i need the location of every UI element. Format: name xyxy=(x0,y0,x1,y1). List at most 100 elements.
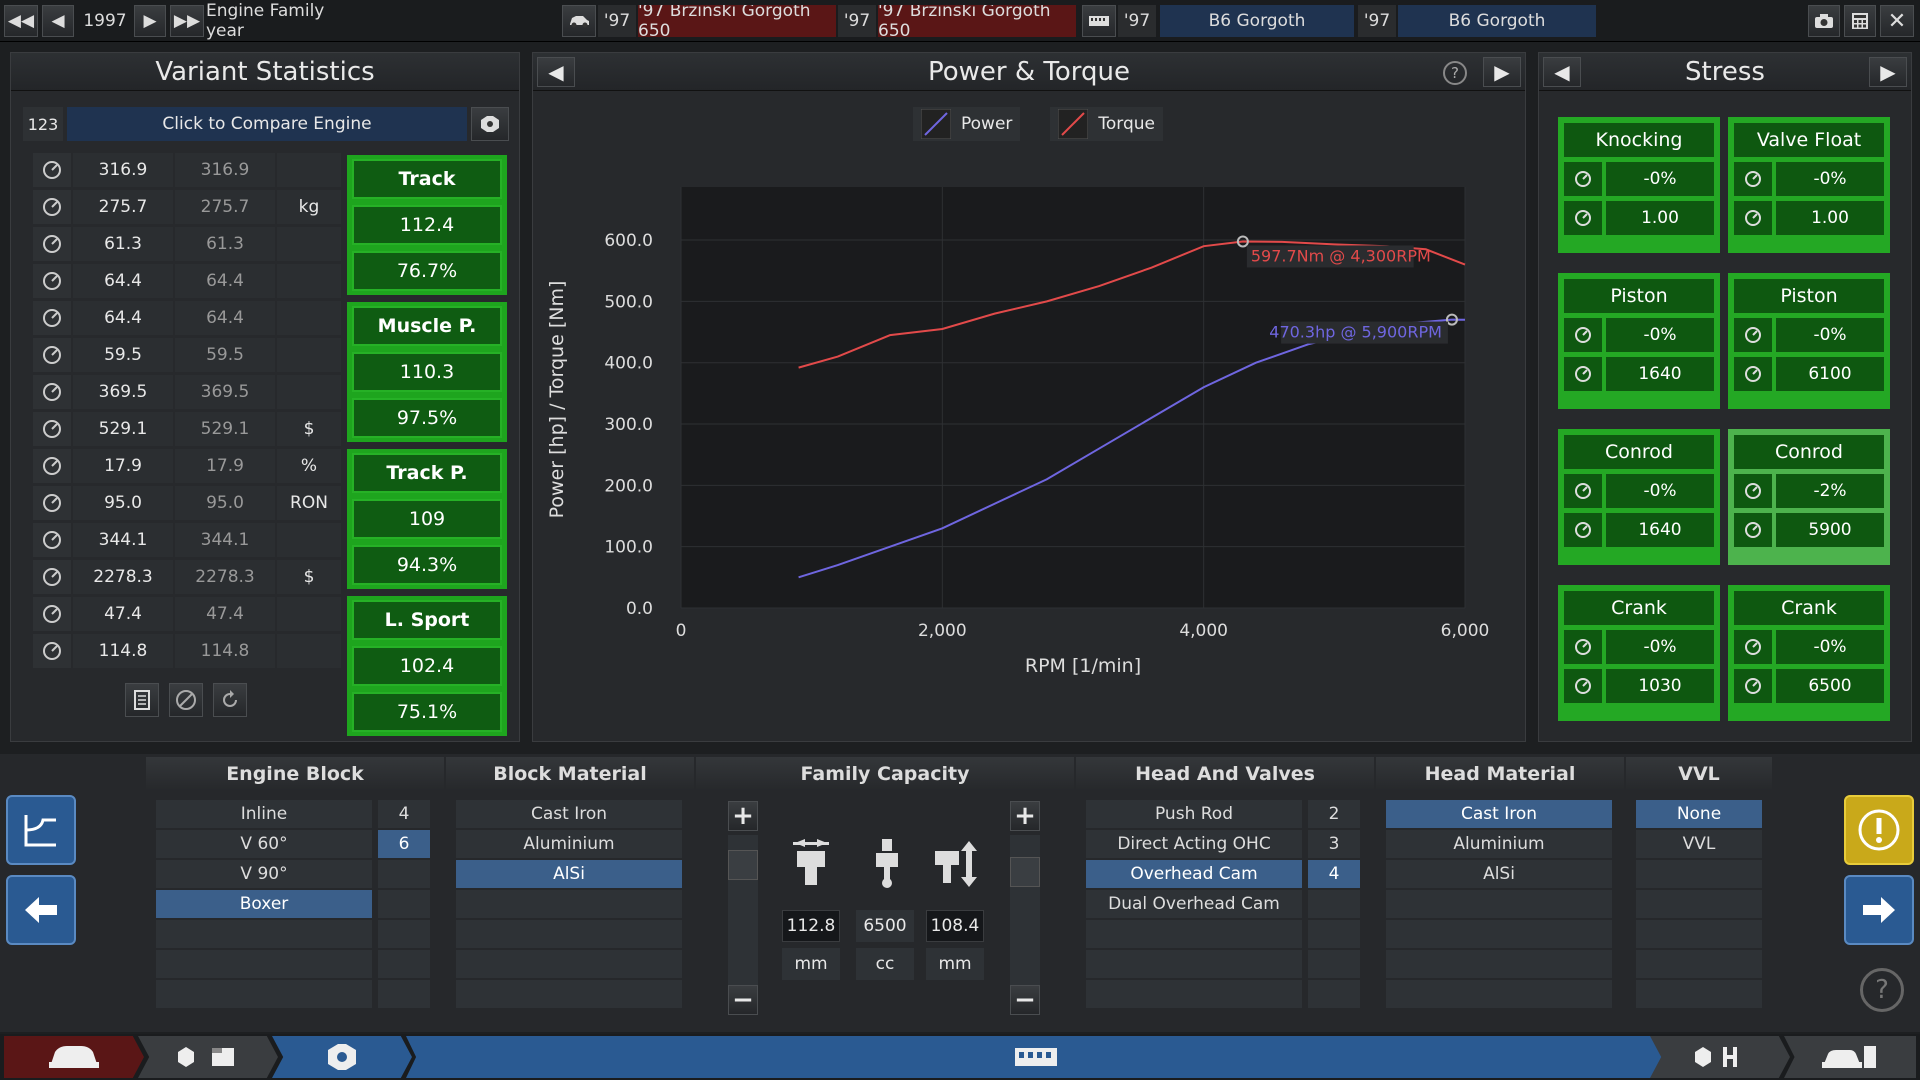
graph-icon[interactable] xyxy=(6,795,76,865)
stroke-plus-button[interactable]: + xyxy=(1010,801,1040,831)
head_valves-empty-slot xyxy=(1086,980,1302,1008)
variant-name-2[interactable]: B6 Gorgoth xyxy=(1398,5,1596,37)
head_material-option[interactable]: Aluminium xyxy=(1386,830,1612,858)
head_valves-count-option[interactable]: 3 xyxy=(1308,830,1360,858)
legend-power[interactable]: Power xyxy=(913,107,1021,141)
stress-value: -2% xyxy=(1776,474,1884,508)
prev-year-button[interactable]: ◀ xyxy=(42,5,74,37)
arrow-left-icon[interactable]: ◀ xyxy=(537,57,575,87)
engine-block-tab-icon[interactable] xyxy=(406,1036,1666,1078)
head_valves-option[interactable]: Push Rod xyxy=(1086,800,1302,828)
stat-unit: $ xyxy=(277,412,341,446)
engine_block-option[interactable]: Inline xyxy=(156,800,372,828)
bore-minus-button[interactable]: − xyxy=(728,985,758,1015)
tooling-icon xyxy=(33,634,71,668)
help-icon[interactable]: ? xyxy=(1443,61,1467,85)
head_material-option[interactable]: AlSi xyxy=(1386,860,1612,888)
engine_block-empty-slot xyxy=(156,980,372,1008)
bottom-nav xyxy=(0,1034,1920,1080)
vvl-option[interactable]: VVL xyxy=(1636,830,1762,858)
bore-slider[interactable] xyxy=(728,835,758,985)
reset-icon[interactable] xyxy=(213,683,247,717)
engine_block-option[interactable]: V 90° xyxy=(156,860,372,888)
engine_block-count-option[interactable]: 6 xyxy=(378,830,430,858)
block_material-option[interactable]: AlSi xyxy=(456,860,682,888)
legend-torque-swatch xyxy=(1058,109,1089,139)
model-name-1[interactable]: '97 Brzinski Gorgoth 650 xyxy=(638,5,836,37)
bore-slider-handle[interactable] xyxy=(728,850,758,880)
stroke-minus-button[interactable]: − xyxy=(1010,985,1040,1015)
head_valves-option[interactable]: Direct Acting OHC xyxy=(1086,830,1302,858)
engine_block-option[interactable]: V 60° xyxy=(156,830,372,858)
stat-unit xyxy=(277,227,341,261)
clear-icon[interactable] xyxy=(169,683,203,717)
head_valves-option[interactable]: Overhead Cam xyxy=(1086,860,1302,888)
bore-icon xyxy=(786,836,836,892)
car-model-icon[interactable] xyxy=(562,5,596,37)
arrow-right-icon[interactable]: ▶ xyxy=(1483,57,1521,87)
engine-setup-tab-icon[interactable] xyxy=(1650,1036,1790,1078)
car-engine-tab-icon[interactable] xyxy=(1784,1036,1916,1078)
knock-icon xyxy=(1734,318,1772,352)
close-icon[interactable]: ✕ xyxy=(1880,5,1914,37)
peak-label-torque: 597.7Nm @ 4,300RPM xyxy=(1251,246,1431,265)
rating-score: 102.4 xyxy=(352,646,502,686)
rating-name: Track P. xyxy=(352,453,502,493)
cost-icon xyxy=(33,412,71,446)
head_valves-option[interactable]: Dual Overhead Cam xyxy=(1086,890,1302,918)
stress-value: -0% xyxy=(1606,474,1714,508)
help-icon[interactable]: ? xyxy=(1860,968,1904,1012)
engine-family-icon[interactable] xyxy=(1082,5,1116,37)
compare-engine-icon[interactable] xyxy=(471,107,509,141)
engine_block-count-empty xyxy=(378,890,430,918)
rating-score: 109 xyxy=(352,499,502,539)
variant-statistics-panel: Variant Statistics 123 Click to Compare … xyxy=(10,52,520,742)
first-year-button[interactable]: ◀◀ xyxy=(4,5,38,37)
variant-name-1[interactable]: B6 Gorgoth xyxy=(1160,5,1354,37)
legend-torque[interactable]: Torque xyxy=(1050,107,1164,141)
camera-icon[interactable] xyxy=(1808,5,1840,37)
bore-plus-button[interactable]: + xyxy=(728,801,758,831)
block_material-option[interactable]: Cast Iron xyxy=(456,800,682,828)
engine-family-tab-icon[interactable] xyxy=(138,1036,278,1078)
model-name-2[interactable]: '97 Brzinski Gorgoth 650 xyxy=(878,5,1076,37)
torque-icon xyxy=(33,227,71,261)
engine_block-option[interactable]: Boxer xyxy=(156,890,372,918)
warning-icon[interactable] xyxy=(1844,795,1914,865)
stat-unit xyxy=(277,375,341,409)
vvl-empty-slot xyxy=(1636,860,1762,888)
block_material-option[interactable]: Aluminium xyxy=(456,830,682,858)
knock-icon xyxy=(1564,318,1602,352)
compare-engine-button[interactable]: Click to Compare Engine xyxy=(67,107,467,141)
stroke-slider-handle[interactable] xyxy=(1010,857,1040,887)
head_valves-count-option[interactable]: 2 xyxy=(1308,800,1360,828)
stat-compare-value: 2278.3 xyxy=(175,560,275,594)
rating-name: L. Sport xyxy=(352,600,502,640)
document-icon[interactable] xyxy=(125,683,159,717)
rpm-icon xyxy=(1734,513,1772,547)
wrench-icon xyxy=(1564,513,1602,547)
next-year-button[interactable]: ▶ xyxy=(134,5,166,37)
next-arrow-icon[interactable] xyxy=(1844,875,1914,945)
head_valves-count-option[interactable]: 4 xyxy=(1308,860,1360,888)
arrow-right-icon[interactable]: ▶ xyxy=(1869,57,1907,87)
smoothness-icon xyxy=(33,301,71,335)
head_material-option[interactable]: Cast Iron xyxy=(1386,800,1612,828)
stroke-slider[interactable] xyxy=(1010,835,1040,985)
x-tick-label: 4,000 xyxy=(1179,621,1228,641)
engine_block-count-option[interactable]: 4 xyxy=(378,800,430,828)
engine-variant-tab-icon[interactable] xyxy=(272,1036,412,1078)
stress-value: 6100 xyxy=(1776,357,1884,391)
stress-block-title: Valve Float xyxy=(1734,123,1884,157)
block_material-empty-slot xyxy=(456,920,682,948)
vvl-option[interactable]: None xyxy=(1636,800,1762,828)
last-year-button[interactable]: ▶▶ xyxy=(170,5,204,37)
car-body-icon[interactable] xyxy=(4,1036,144,1078)
arrow-left-icon[interactable]: ◀ xyxy=(1543,57,1581,87)
stress-value: -0% xyxy=(1776,318,1884,352)
stress-value: -0% xyxy=(1776,162,1884,196)
calculator-icon[interactable] xyxy=(1844,5,1876,37)
legend-torque-label: Torque xyxy=(1098,114,1156,134)
stress-row: 5900 xyxy=(1734,513,1884,547)
back-arrow-icon[interactable] xyxy=(6,875,76,945)
